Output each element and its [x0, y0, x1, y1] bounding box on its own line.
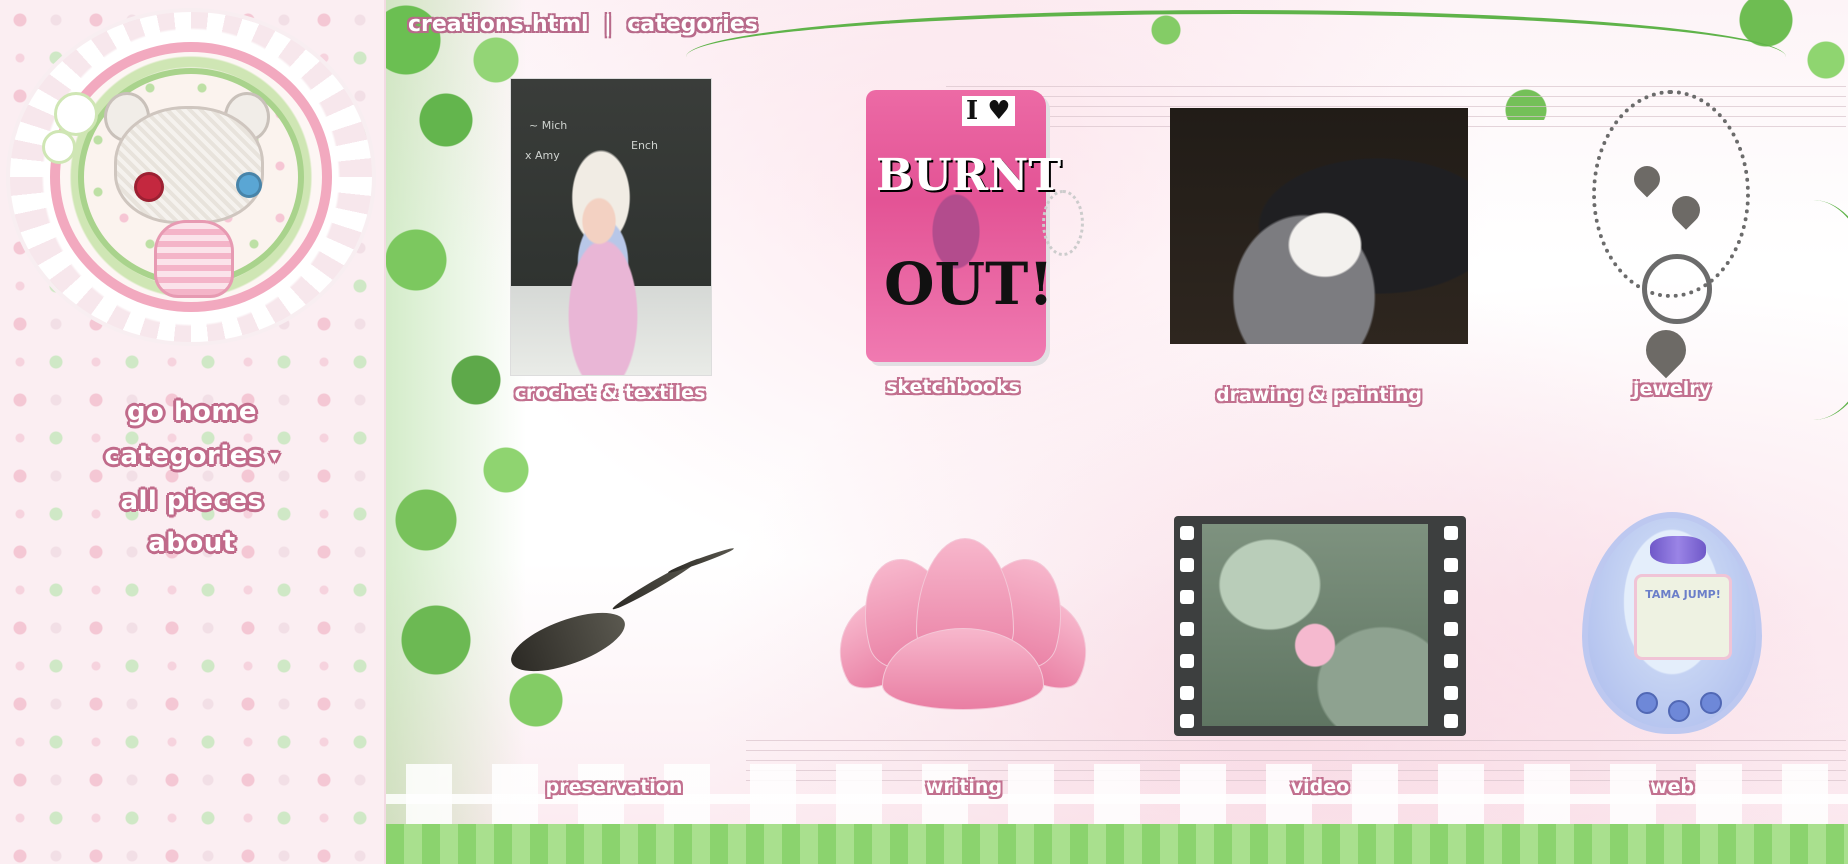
ribbon-icon [1042, 190, 1084, 256]
category-label: web [1649, 776, 1695, 798]
category-web[interactable]: TAMA JUMP! web [1582, 512, 1762, 804]
necklace-photo [1572, 84, 1772, 379]
category-crochet-textiles[interactable]: ~ Mich x Amy Ench crochet & textiles [510, 78, 712, 408]
category-label: preservation [545, 776, 683, 798]
tamagotchi-button-c [1700, 692, 1722, 714]
bear-button-eye-red-icon [134, 172, 164, 202]
film-perforation [1444, 622, 1458, 636]
film-perforation [1180, 622, 1194, 636]
caret-down-icon: ▾ [269, 445, 280, 467]
category-sketchbooks[interactable]: BURNT OUT! I ♥ sketchbooks [866, 90, 1084, 410]
crochet-bear-avatar [100, 92, 296, 298]
film-perforation [1444, 654, 1458, 668]
category-drawing-painting[interactable]: drawing & painting [1170, 108, 1468, 414]
video-frame-lotus [1202, 524, 1428, 726]
lizard-specimen-photo [486, 540, 742, 720]
category-label: drawing & painting [1216, 384, 1422, 406]
tamagotchi-icon: TAMA JUMP! [1582, 512, 1762, 734]
sketchbook-photo: BURNT OUT! I ♥ [866, 90, 1061, 362]
tamagotchi-screen [1634, 574, 1732, 660]
sketchbook-word-heart: I ♥ [962, 96, 1015, 126]
film-perforation [1444, 590, 1458, 604]
nav-go-home[interactable]: go home [0, 390, 384, 434]
category-label: sketchbooks [886, 376, 1020, 398]
lizard-tail-tip [667, 546, 735, 575]
nav-about-label: about [148, 527, 236, 558]
tamagotchi-bow [1650, 536, 1706, 564]
lizard-body [504, 600, 632, 684]
category-preservation[interactable]: preservation [486, 540, 742, 804]
film-strip-icon [1174, 516, 1466, 736]
sidebar-nav: go home categories ▾ all pieces about [0, 390, 384, 563]
bear-button-eye-blue-icon [236, 172, 262, 198]
nav-all-pieces-label: all pieces [120, 485, 264, 516]
breadcrumb: creations.html | categories [408, 12, 758, 37]
film-perforation [1180, 714, 1194, 728]
flower-charm [1637, 321, 1695, 379]
bear-head [114, 106, 264, 224]
film-perforation [1180, 686, 1194, 700]
category-jewelry[interactable]: jewelry [1572, 84, 1772, 406]
film-perforation [1180, 526, 1194, 540]
film-perforation [1180, 590, 1194, 604]
category-writing[interactable]: writing [819, 538, 1107, 804]
film-perforation [1444, 558, 1458, 572]
necklace-ring [1642, 254, 1712, 324]
sidebar: go home categories ▾ all pieces about [0, 0, 386, 864]
category-label: jewelry [1632, 378, 1712, 400]
nav-categories[interactable]: categories ▾ [0, 434, 384, 479]
nav-about[interactable]: about [0, 523, 384, 563]
film-perforation [1180, 654, 1194, 668]
category-label: crochet & textiles [514, 382, 706, 404]
category-video[interactable]: video [1174, 516, 1466, 804]
lotus-flower-icon [819, 538, 1107, 718]
nav-categories-label: categories [104, 441, 264, 471]
category-label: video [1290, 776, 1350, 798]
nav-all-pieces[interactable]: all pieces [0, 479, 384, 523]
film-perforation [1180, 558, 1194, 572]
cat-painting-photo [1170, 108, 1468, 344]
grass-ground-decoration [386, 824, 1848, 864]
tamagotchi-screen-text: TAMA JUMP! [1645, 588, 1721, 601]
sketchbook-word-out: OUT! [884, 250, 1054, 318]
film-perforation [1444, 526, 1458, 540]
sketchbook-word-burnt: BURNT [876, 150, 1062, 201]
bear-body [154, 220, 234, 298]
film-perforation [1444, 714, 1458, 728]
tamagotchi-button-a [1636, 692, 1658, 714]
main-content: creations.html | categories ~ Mich x Amy… [386, 0, 1848, 864]
tamagotchi-button-b [1668, 700, 1690, 722]
crochet-photo: ~ Mich x Amy Ench [510, 78, 712, 376]
category-label: writing [925, 776, 1003, 798]
badge-small-icon [42, 130, 76, 164]
film-perforation [1444, 686, 1458, 700]
nav-go-home-label: go home [126, 397, 258, 427]
